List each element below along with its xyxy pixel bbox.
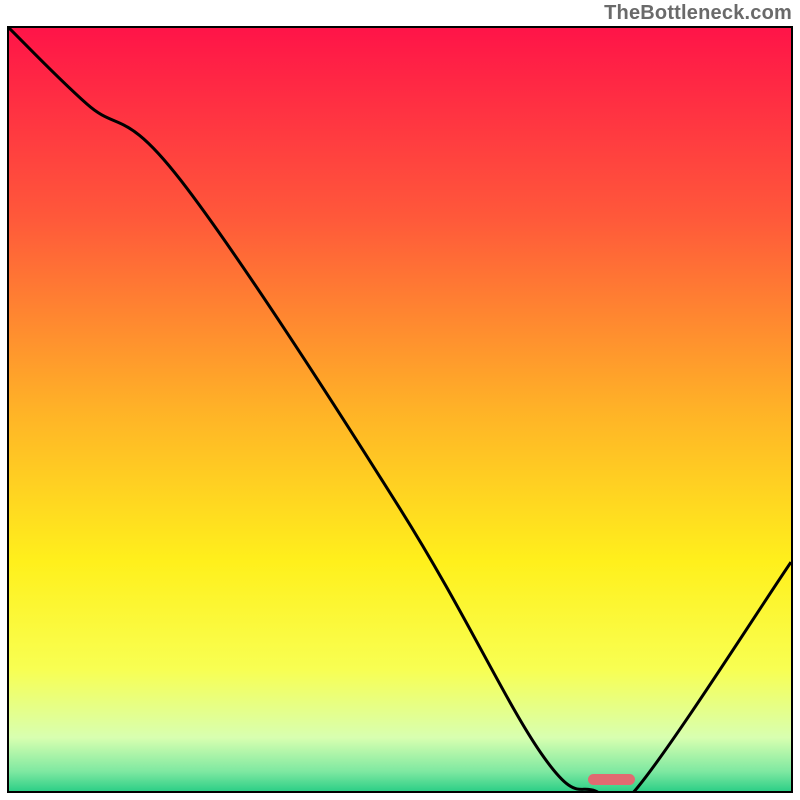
watermark-text: TheBottleneck.com xyxy=(604,2,792,25)
chart-line-path xyxy=(9,28,791,791)
chart-marker xyxy=(588,774,635,785)
chart-area xyxy=(7,26,793,793)
chart-line xyxy=(9,28,791,791)
